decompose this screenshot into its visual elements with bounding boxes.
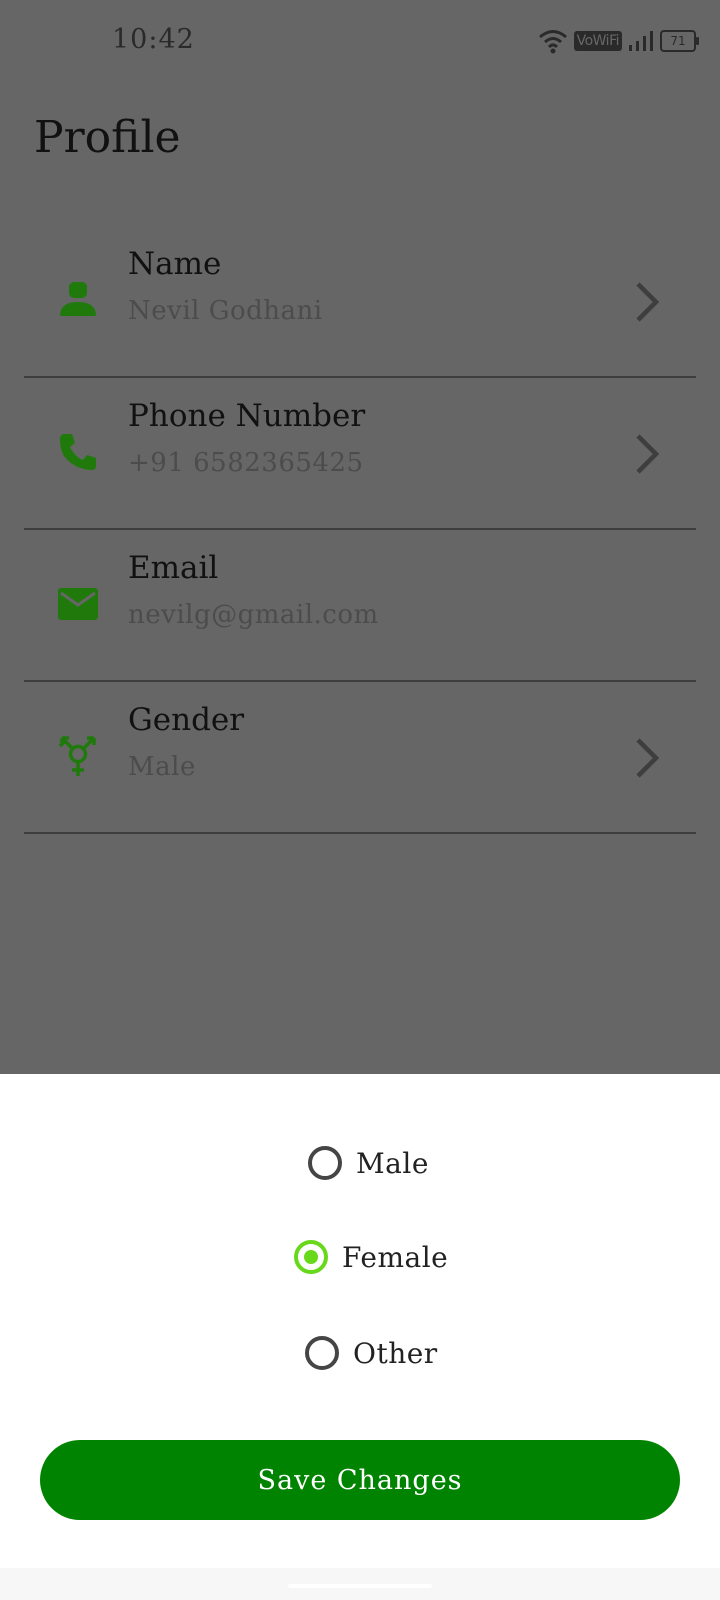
profile-row-email[interactable]: Email nevilg@gmail.com: [24, 528, 696, 682]
row-label: Email: [128, 550, 219, 586]
row-label: Name: [128, 246, 222, 282]
row-value: Male: [128, 752, 196, 782]
row-value: +91 6582365425: [128, 448, 364, 478]
radio-label: Female: [342, 1240, 449, 1274]
radio-option-male[interactable]: Male: [308, 1146, 429, 1180]
vowifi-badge: VoWiFi: [573, 31, 622, 51]
navigation-handle[interactable]: [288, 1584, 432, 1588]
wifi-icon: [538, 30, 567, 54]
row-value: nevilg@gmail.com: [128, 600, 379, 630]
row-label: Gender: [128, 702, 245, 738]
radio-label: Male: [356, 1146, 429, 1180]
radio-option-female[interactable]: Female: [294, 1240, 448, 1274]
email-icon: [58, 588, 98, 620]
radio-button[interactable]: [308, 1146, 342, 1180]
chevron-right-icon: [636, 282, 660, 322]
dimmed-background[interactable]: 10:42 VoWiFi 71 Profile Name Nevil Godha…: [0, 0, 720, 1074]
person-icon: [60, 282, 96, 316]
signal-icon: [629, 31, 653, 51]
save-changes-button[interactable]: Save Changes: [40, 1440, 680, 1520]
radio-button-selected[interactable]: [294, 1240, 328, 1274]
row-value: Nevil Godhani: [128, 296, 323, 326]
app-screen: 10:42 VoWiFi 71 Profile Name Nevil Godha…: [0, 0, 720, 1600]
profile-row-phone[interactable]: Phone Number +91 6582365425: [24, 376, 696, 530]
status-icons: VoWiFi 71: [538, 26, 699, 56]
radio-option-other[interactable]: Other: [305, 1336, 438, 1370]
phone-icon: [60, 434, 96, 470]
page-title: Profile: [34, 112, 181, 163]
profile-row-name[interactable]: Name Nevil Godhani: [24, 224, 696, 378]
profile-row-gender[interactable]: Gender Male: [24, 680, 696, 834]
chevron-right-icon: [636, 434, 660, 474]
battery-icon: 71: [660, 30, 699, 52]
gender-icon: [58, 736, 96, 776]
radio-label: Other: [353, 1336, 438, 1370]
row-label: Phone Number: [128, 398, 366, 434]
radio-button[interactable]: [305, 1336, 339, 1370]
status-time: 10:42: [112, 24, 195, 55]
chevron-right-icon: [636, 738, 660, 778]
